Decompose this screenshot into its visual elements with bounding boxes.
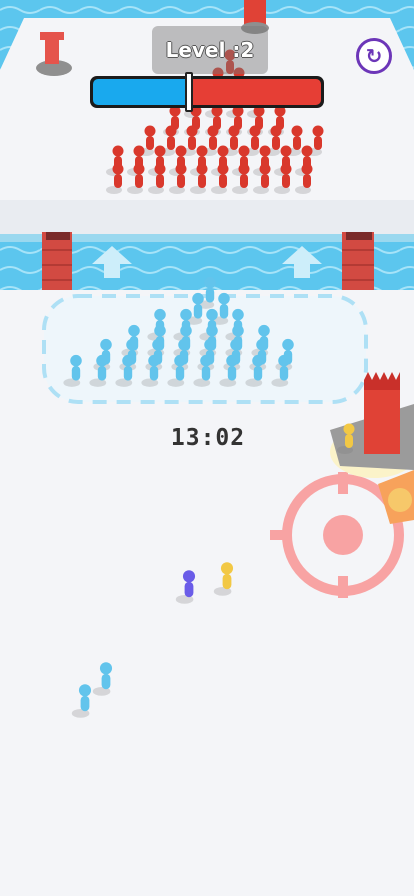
left-bridge — [42, 232, 72, 290]
balance-marker — [185, 72, 193, 112]
restart-button[interactable]: ↻ — [356, 38, 392, 74]
restart-icon: ↻ — [365, 44, 383, 68]
level-label: Level :2 — [152, 26, 268, 74]
right-bridge — [342, 232, 374, 290]
platform-edge — [0, 200, 414, 234]
countdown-timer: 13:02 — [170, 425, 246, 451]
enemy-share-fill — [189, 79, 321, 105]
player-share-fill — [93, 79, 189, 105]
tug-of-war-bar — [90, 72, 324, 112]
